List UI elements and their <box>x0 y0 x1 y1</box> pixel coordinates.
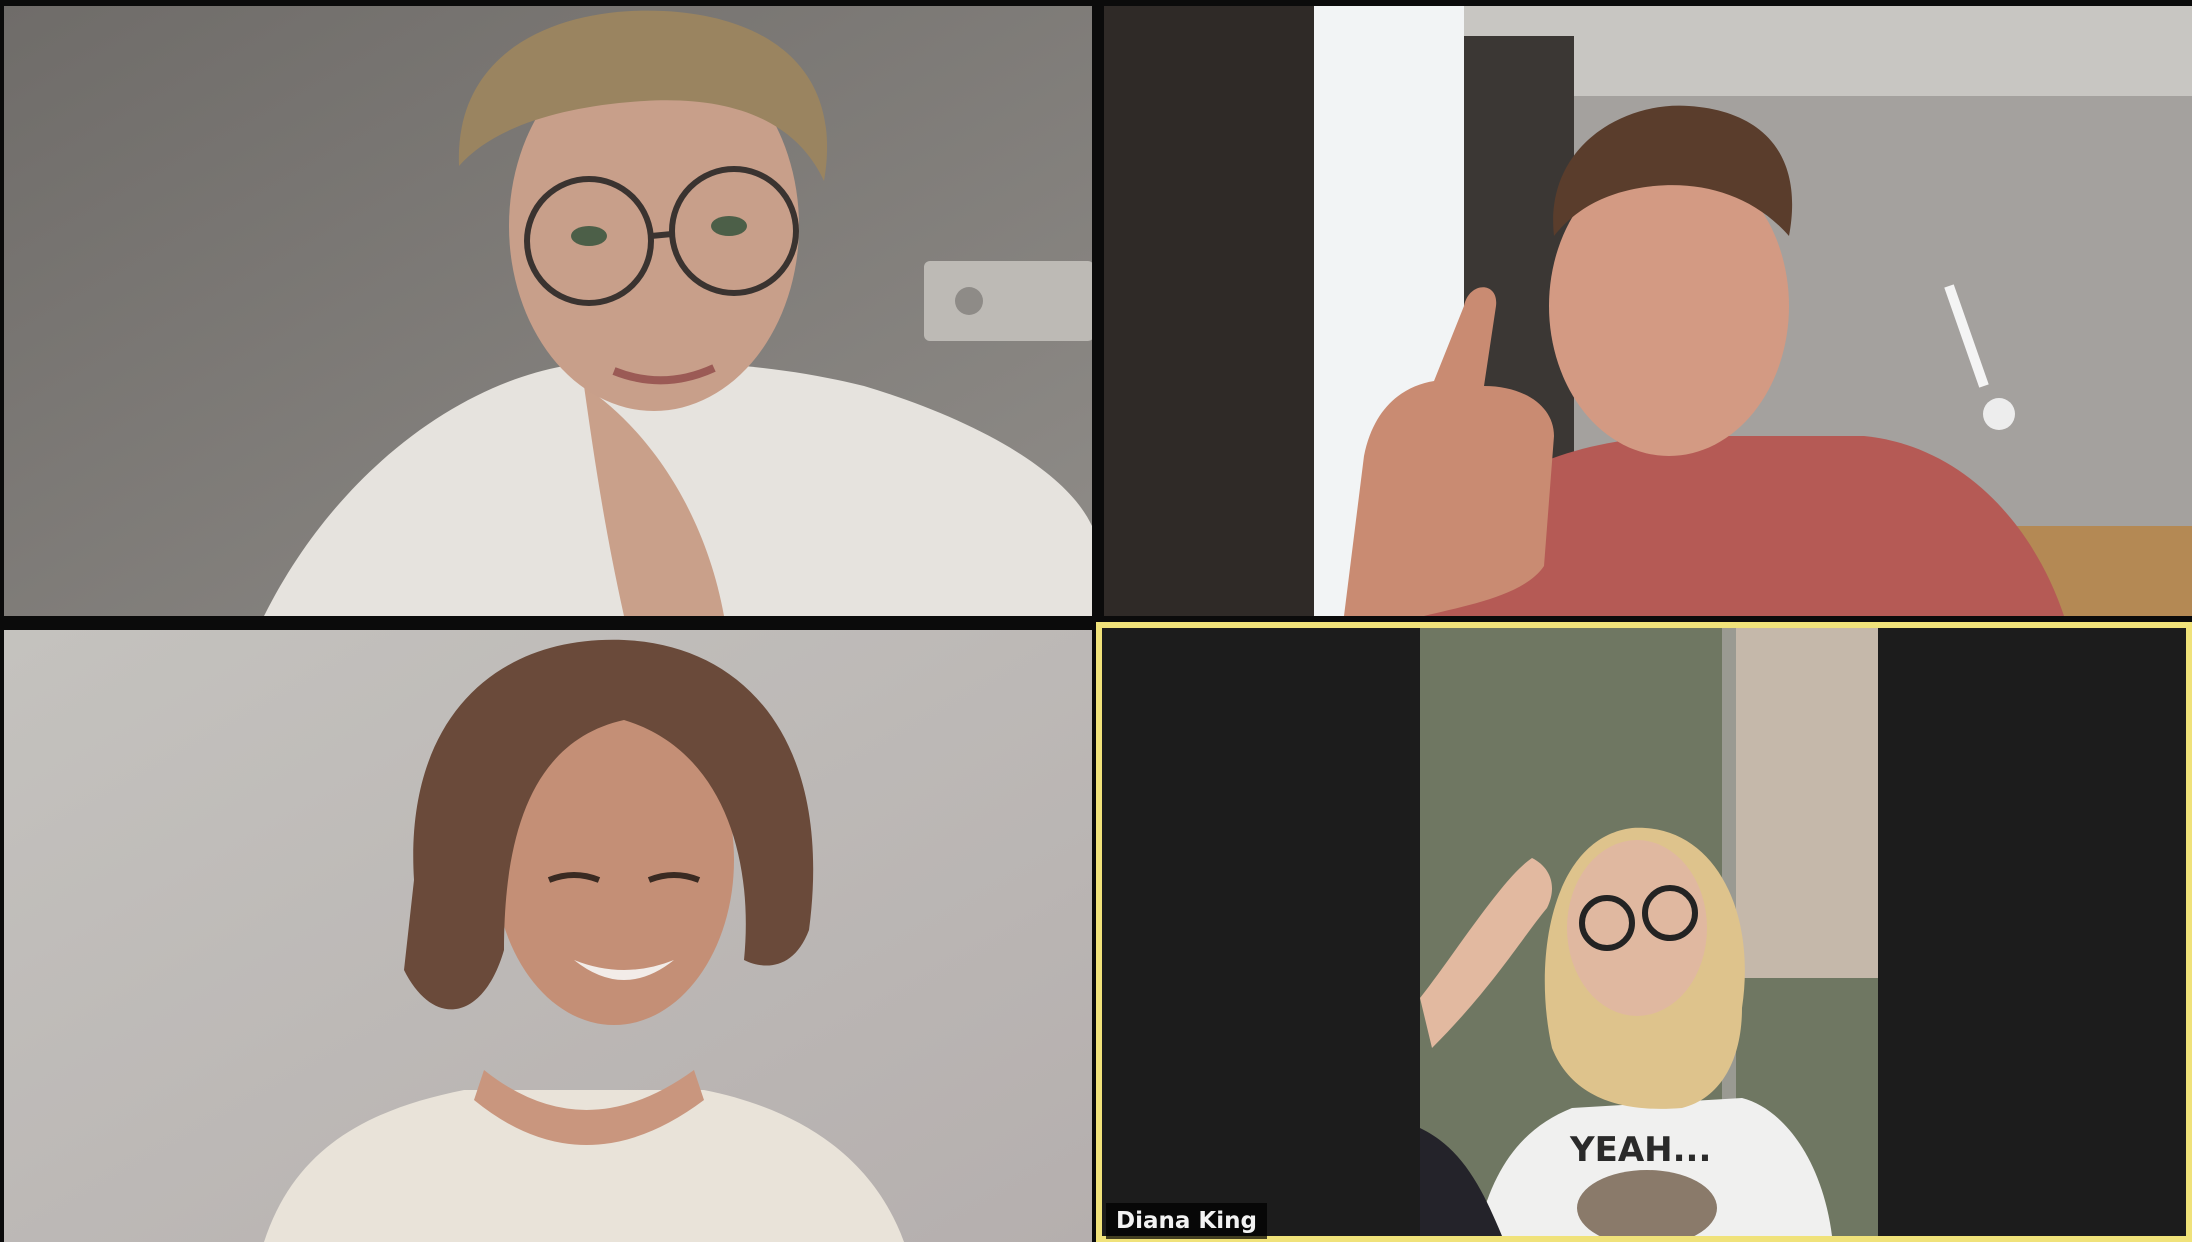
participant-video-feed <box>4 630 1092 1242</box>
video-tile-participant-1[interactable] <box>4 6 1092 616</box>
video-tile-active-speaker[interactable]: YEAH... <box>1096 622 2192 1242</box>
participant-video-feed <box>4 6 1092 616</box>
shirt-text: YEAH... <box>1569 1130 1711 1170</box>
video-gallery: YEAH... Diana King <box>0 0 2192 1242</box>
participant-video-feed <box>1104 6 2192 616</box>
video-tile-participant-2[interactable] <box>1104 6 2192 616</box>
participant-name-label: Diana King <box>1106 1203 1267 1239</box>
participant-video-feed: YEAH... <box>1102 628 2186 1236</box>
video-tile-participant-3[interactable] <box>4 630 1092 1242</box>
